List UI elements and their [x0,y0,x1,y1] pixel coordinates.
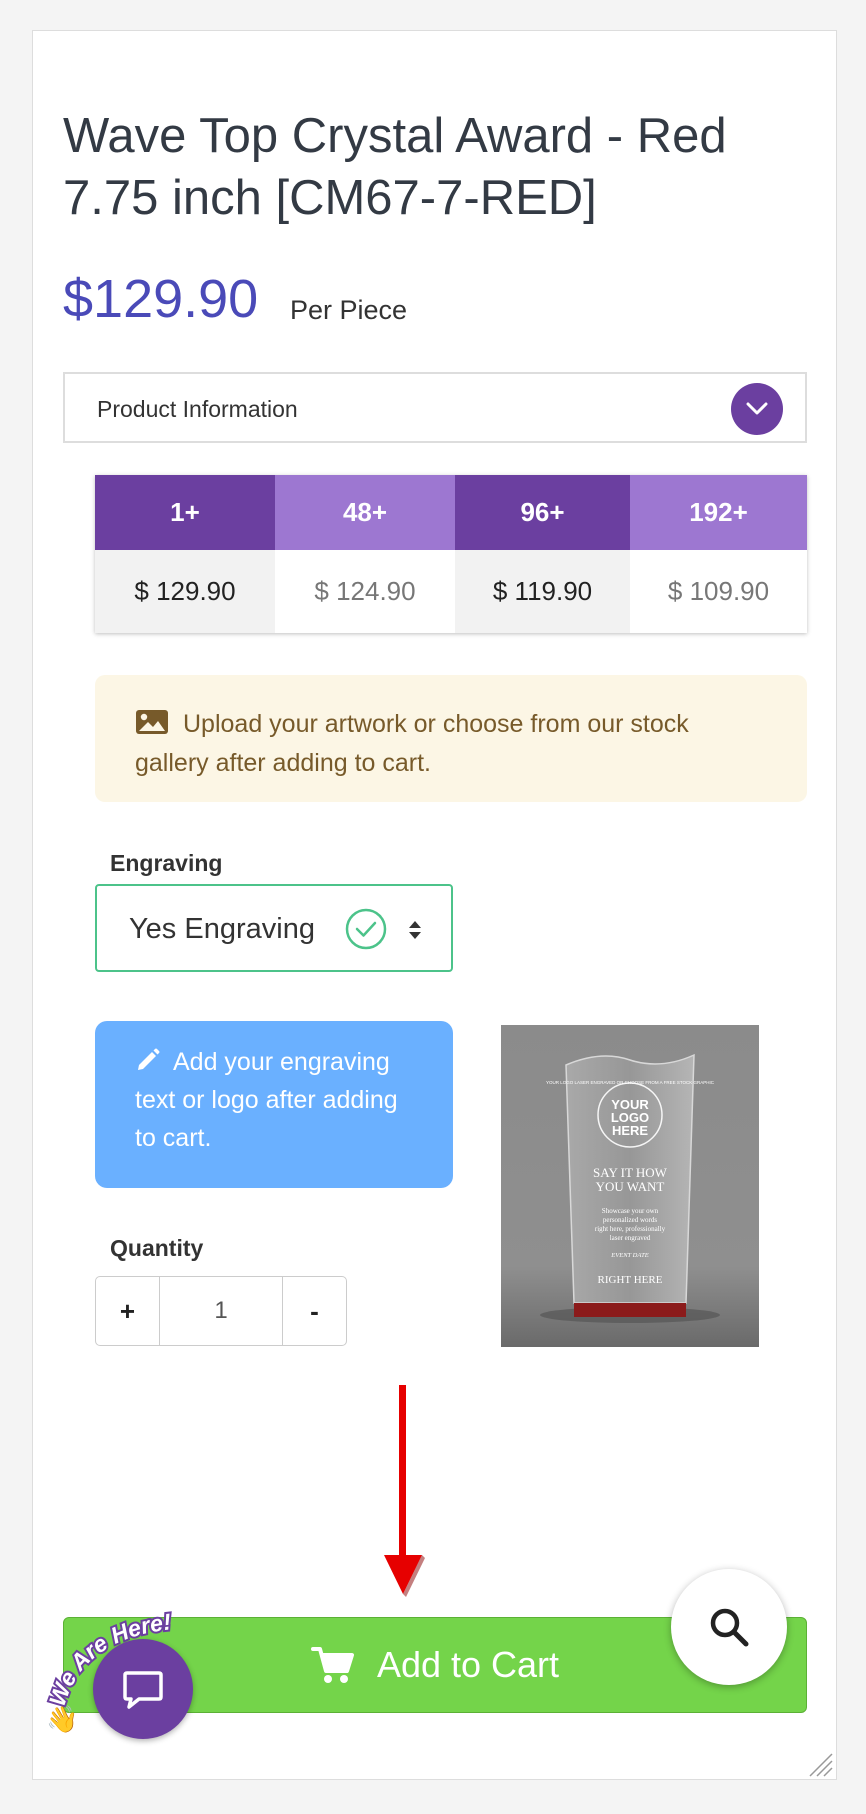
upload-artwork-notice: Upload your artwork or choose from our s… [95,675,807,802]
tier-qty-header: 1+ [95,475,275,550]
product-title: Wave Top Crystal Award - Red 7.75 inch [… [63,109,727,225]
award-body-4: laser engraved [610,1234,651,1242]
product-image: YOUR LOGO LASER ENGRAVED OR CHOOSE FROM … [501,1025,759,1347]
quantity-stepper: + 1 - [95,1276,347,1346]
resize-handle-icon[interactable] [808,1752,834,1778]
tier-qty-header: 48+ [275,475,455,550]
engraving-label: Engraving [110,850,223,876]
award-event: EVENT DATE [610,1252,648,1259]
chat-button[interactable] [93,1639,193,1739]
pencil-icon [138,1048,160,1070]
search-button[interactable] [671,1569,787,1685]
engraving-selected-value: Yes Engraving [129,913,315,945]
sort-arrows-icon [409,921,421,939]
engraving-info-note: Add your engraving text or logo after ad… [95,1021,453,1188]
award-headline-1: SAY IT HOW [593,1165,668,1180]
tier-price-cell: $ 109.90 [630,550,807,633]
image-icon [136,710,168,734]
check-circle-icon [345,908,387,950]
cart-icon [310,1647,354,1683]
product-information-accordion[interactable]: Product Information [63,372,807,443]
chevron-down-icon[interactable] [731,383,783,435]
tier-price-cell: $ 129.90 [95,550,275,633]
upload-notice-text: Upload your artwork or choose from our s… [135,710,689,777]
pricing-tier-table: 1+ 48+ 96+ 192+ $ 129.90 $ 124.90 $ 119.… [95,475,807,633]
add-to-cart-label: Add to Cart [376,1644,560,1685]
quantity-input[interactable]: 1 [158,1277,284,1345]
quantity-increment-button[interactable]: + [96,1277,159,1345]
search-icon [710,1608,749,1647]
tier-price-cell: $ 124.90 [275,550,455,633]
award-body-2: personalized words [603,1216,658,1224]
red-down-arrow-icon [384,1385,425,1597]
quantity-decrement-button[interactable]: - [283,1277,346,1345]
quantity-label: Quantity [110,1235,204,1261]
accordion-label: Product Information [97,396,298,422]
award-footer: RIGHT HERE [598,1274,663,1286]
logo-line-3: HERE [612,1123,648,1138]
product-price: $129.90 [63,269,259,329]
engraving-select[interactable]: Yes Engraving [95,884,453,972]
award-body-1: Showcase your own [602,1207,659,1215]
chat-bubble-icon [123,1671,163,1709]
tier-qty-header: 96+ [455,475,630,550]
logo-ring-text: YOUR LOGO LASER ENGRAVED OR CHOOSE FROM … [546,1080,715,1085]
award-body-3: right here, professionally [595,1225,666,1233]
tier-price-cell: $ 119.90 [455,550,630,633]
award-headline-2: YOU WANT [596,1179,665,1194]
waving-hand-icon: 👋 [46,1704,78,1735]
price-unit: Per Piece [290,295,408,325]
tier-qty-header: 192+ [630,475,807,550]
engraving-note-text: Add your engraving text or logo after ad… [135,1048,398,1152]
